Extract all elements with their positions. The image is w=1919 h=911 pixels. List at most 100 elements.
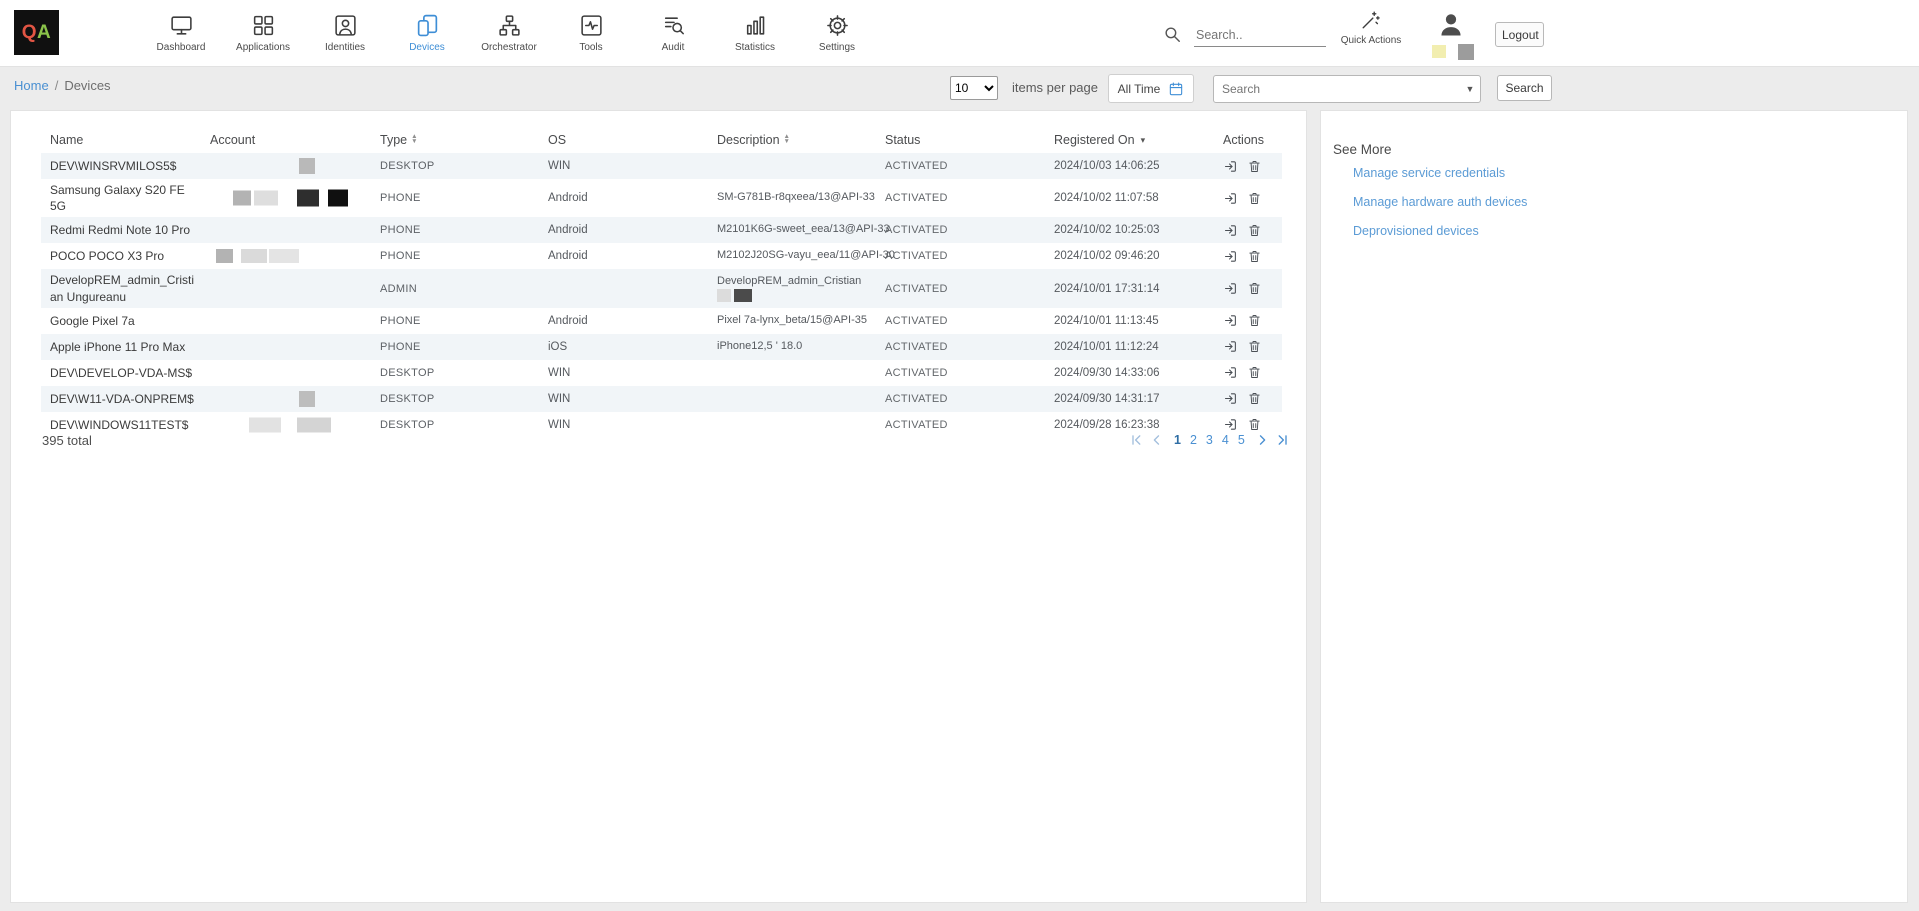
- delete-icon[interactable]: [1247, 223, 1262, 238]
- device-description-cell: [708, 360, 876, 386]
- column-header-account[interactable]: Account: [201, 127, 371, 153]
- export-icon[interactable]: [1223, 391, 1238, 406]
- page-number[interactable]: 5: [1238, 433, 1245, 447]
- see-more-links: Manage service credentials Manage hardwar…: [1353, 166, 1527, 238]
- logout-button[interactable]: Logout: [1495, 22, 1544, 47]
- delete-icon[interactable]: [1247, 313, 1262, 328]
- quick-actions-button[interactable]: Quick Actions: [1337, 9, 1405, 46]
- tools-icon: [579, 13, 604, 38]
- device-os-cell: Android: [539, 179, 708, 217]
- export-icon[interactable]: [1223, 159, 1238, 174]
- device-type-cell: PHONE: [371, 243, 539, 269]
- device-os: Android: [548, 250, 588, 262]
- export-icon[interactable]: [1223, 191, 1238, 206]
- device-account-cell: [201, 360, 371, 386]
- see-more-link[interactable]: Deprovisioned devices: [1353, 224, 1527, 238]
- status-badge: ACTIVATED: [885, 419, 948, 431]
- first-page-icon[interactable]: [1129, 432, 1143, 448]
- export-icon[interactable]: [1223, 313, 1238, 328]
- device-type: DESKTOP: [380, 419, 434, 431]
- column-header-os[interactable]: OS: [539, 127, 708, 153]
- device-registered-cell: 2024/10/03 14:06:25: [1045, 153, 1214, 179]
- device-name: POCO POCO X3 Pro: [50, 245, 168, 267]
- delete-icon[interactable]: [1247, 365, 1262, 380]
- device-row[interactable]: POCO POCO X3 Pro PHONE Android M2102J20S…: [41, 243, 1282, 269]
- device-row[interactable]: Redmi Redmi Note 10 Pro PHONE Android M2…: [41, 217, 1282, 243]
- nav-item-orchestrator[interactable]: Orchestrator: [468, 0, 550, 66]
- page-number[interactable]: 1: [1174, 433, 1181, 447]
- device-row[interactable]: DEV\WINSRVMILOS5$ DESKTOP WIN ACTIVATED …: [41, 153, 1282, 179]
- device-row[interactable]: Apple iPhone 11 Pro Max PHONE iOS iPhone…: [41, 334, 1282, 360]
- device-row[interactable]: Google Pixel 7a PHONE Android Pixel 7a-l…: [41, 308, 1282, 334]
- device-description: M2102J20SG-vayu_eea/11@API-30: [717, 249, 895, 261]
- column-header-name[interactable]: Name: [41, 127, 201, 153]
- app-logo[interactable]: QA: [14, 10, 59, 55]
- nav-item-audit[interactable]: Audit: [632, 0, 714, 66]
- page-number[interactable]: 3: [1206, 433, 1213, 447]
- see-more-link[interactable]: Manage service credentials: [1353, 166, 1527, 180]
- device-row[interactable]: DEV\WINDOWS11TEST$ DESKTOP WIN ACTIVATED…: [41, 412, 1282, 438]
- user-avatar-icon[interactable]: [1437, 11, 1465, 39]
- device-status-cell: ACTIVATED: [876, 243, 1045, 269]
- column-header-description[interactable]: Description▲▼: [708, 127, 876, 153]
- logo-letter-q: Q: [22, 22, 37, 44]
- export-icon[interactable]: [1223, 281, 1238, 296]
- global-search-input[interactable]: [1194, 24, 1326, 47]
- nav-item-dashboard[interactable]: Dashboard: [140, 0, 222, 66]
- registered-on-value: 2024/10/01 11:12:24: [1054, 341, 1159, 353]
- device-status-cell: ACTIVATED: [876, 269, 1045, 307]
- total-count-label: 395 total: [42, 433, 92, 448]
- device-os-cell: WIN: [539, 412, 708, 438]
- device-status-cell: ACTIVATED: [876, 217, 1045, 243]
- device-row[interactable]: DevelopREM_admin_Cristian Ungureanu ADMI…: [41, 269, 1282, 307]
- search-icon[interactable]: [1163, 25, 1182, 44]
- nav-label: Audit: [662, 42, 685, 53]
- device-row[interactable]: DEV\W11-VDA-ONPREM$ DESKTOP WIN ACTIVATE…: [41, 386, 1282, 412]
- delete-icon[interactable]: [1247, 249, 1262, 264]
- delete-icon[interactable]: [1247, 417, 1262, 432]
- next-page-icon[interactable]: [1255, 432, 1269, 448]
- device-actions-cell: [1214, 360, 1282, 386]
- delete-icon[interactable]: [1247, 339, 1262, 354]
- export-icon[interactable]: [1223, 339, 1238, 354]
- export-icon[interactable]: [1223, 249, 1238, 264]
- column-header-registered-on[interactable]: Registered On▾: [1045, 127, 1214, 153]
- device-status-cell: ACTIVATED: [876, 412, 1045, 438]
- search-button[interactable]: Search: [1497, 75, 1552, 101]
- breadcrumb-home-link[interactable]: Home: [14, 78, 49, 93]
- status-badge: ACTIVATED: [885, 341, 948, 353]
- nav-item-identities[interactable]: Identities: [304, 0, 386, 66]
- filter-search-input[interactable]: [1214, 82, 1460, 96]
- page-number[interactable]: 4: [1222, 433, 1229, 447]
- device-name: DEV\W11-VDA-ONPREM$: [50, 388, 198, 410]
- column-header-status[interactable]: Status: [876, 127, 1045, 153]
- previous-page-icon[interactable]: [1150, 432, 1164, 448]
- device-name: DEV\DEVELOP-VDA-MS$: [50, 362, 196, 384]
- delete-icon[interactable]: [1247, 281, 1262, 296]
- export-icon[interactable]: [1223, 417, 1238, 432]
- nav-item-devices[interactable]: Devices: [386, 0, 468, 66]
- redacted-swatch-gray: [1458, 44, 1474, 60]
- nav-item-applications[interactable]: Applications: [222, 0, 304, 66]
- see-more-link[interactable]: Manage hardware auth devices: [1353, 195, 1527, 209]
- page-number[interactable]: 2: [1190, 433, 1197, 447]
- delete-icon[interactable]: [1247, 159, 1262, 174]
- device-description-cell: M2101K6G-sweet_eea/13@API-33: [708, 217, 876, 243]
- time-filter-button[interactable]: All Time: [1108, 74, 1194, 103]
- nav-item-tools[interactable]: Tools: [550, 0, 632, 66]
- device-row[interactable]: DEV\DEVELOP-VDA-MS$ DESKTOP WIN ACTIVATE…: [41, 360, 1282, 386]
- column-header-type[interactable]: Type▲▼: [371, 127, 539, 153]
- export-icon[interactable]: [1223, 223, 1238, 238]
- device-status-cell: ACTIVATED: [876, 360, 1045, 386]
- device-row[interactable]: Samsung Galaxy S20 FE 5G PHONE Android S…: [41, 179, 1282, 217]
- device-description-cell: M2102J20SG-vayu_eea/11@API-30: [708, 243, 876, 269]
- items-per-page-select[interactable]: 10: [950, 76, 998, 100]
- delete-icon[interactable]: [1247, 391, 1262, 406]
- export-icon[interactable]: [1223, 365, 1238, 380]
- last-page-icon[interactable]: [1276, 432, 1290, 448]
- nav-item-statistics[interactable]: Statistics: [714, 0, 796, 66]
- nav-item-settings[interactable]: Settings: [796, 0, 878, 66]
- delete-icon[interactable]: [1247, 191, 1262, 206]
- chevron-down-icon[interactable]: ▼: [1460, 84, 1480, 94]
- device-description: DevelopREM_admin_Cristian: [717, 275, 861, 287]
